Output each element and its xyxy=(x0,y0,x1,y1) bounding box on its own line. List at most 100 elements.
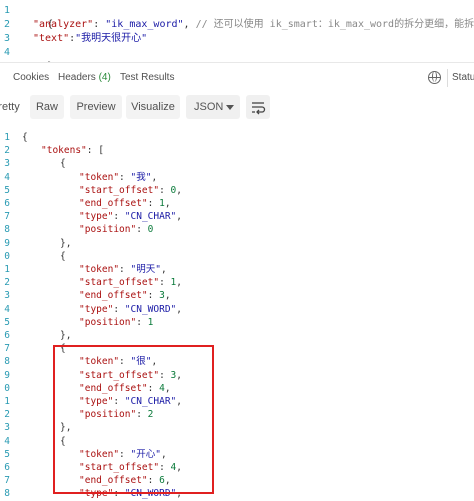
response-line-number: 5 xyxy=(4,316,10,328)
json-punctuation: : xyxy=(136,316,148,328)
response-code-line: "tokens": [ xyxy=(41,144,104,157)
response-line-number: 8 xyxy=(4,224,10,236)
tab-headers-label: Headers xyxy=(58,72,96,83)
format-select-value: JSON xyxy=(194,101,224,113)
json-key: "end_offset" xyxy=(79,198,148,209)
request-line-3: "text":"我明天很开心" xyxy=(33,33,148,44)
response-line-number: 2 xyxy=(4,145,10,157)
json-key: "end_offset" xyxy=(79,290,148,302)
response-line-number: 8 xyxy=(4,356,10,368)
json-punctuation: { xyxy=(22,132,28,143)
json-string: "我" xyxy=(130,171,152,183)
response-code-line: "start_offset": 0, xyxy=(79,184,182,197)
response-line-number: 3 xyxy=(4,290,10,302)
json-key: "token" xyxy=(79,171,120,183)
request-line-gutter: 1 2 3 4 xyxy=(0,0,21,62)
request-close-brace: } xyxy=(47,61,53,62)
response-line-number: 9 xyxy=(4,237,10,249)
json-punctuation: : xyxy=(147,198,160,209)
response-code-line: }, xyxy=(60,237,71,250)
response-code-line: { xyxy=(60,250,66,263)
json-punctuation: : xyxy=(119,171,131,183)
tab-test-results[interactable]: Test Results xyxy=(120,72,174,83)
json-punctuation: , xyxy=(164,290,171,302)
json-punctuation: , xyxy=(160,264,167,275)
response-line-number: 0 xyxy=(4,250,10,262)
visualize-button[interactable]: Visualize xyxy=(126,95,180,119)
tab-headers[interactable]: Headers (4) xyxy=(58,72,111,83)
json-punctuation: { xyxy=(60,250,66,262)
json-punctuation: : xyxy=(147,290,160,302)
response-code-line: "end_offset": 3, xyxy=(79,289,171,302)
request-line-4: } xyxy=(23,46,53,62)
json-punctuation: , xyxy=(176,211,182,223)
json-punctuation: : xyxy=(159,184,171,196)
json-number: 1 xyxy=(147,316,154,328)
json-punctuation: , xyxy=(176,303,182,315)
response-line-number: 6 xyxy=(4,198,10,209)
request-line-number: 3 xyxy=(3,33,10,44)
response-tabs: Cookies Headers (4) Test Results Status xyxy=(0,66,474,90)
json-key: "tokens" xyxy=(41,145,87,157)
request-line-number: 1 xyxy=(3,5,10,16)
response-line-number: 4 xyxy=(4,303,10,315)
raw-button[interactable]: Raw xyxy=(30,95,64,119)
request-line-number: 2 xyxy=(3,19,10,30)
analyzer-key: "analyzer" xyxy=(33,19,94,30)
json-key: "position" xyxy=(79,316,137,328)
json-string: "明天" xyxy=(130,264,161,275)
json-punctuation: : [ xyxy=(86,145,104,157)
json-punctuation: , xyxy=(151,171,158,183)
response-code-line: "position": 0 xyxy=(79,223,153,236)
response-code-line: }, xyxy=(60,329,71,342)
text-value: "我明天很开心" xyxy=(75,33,148,44)
json-punctuation: }, xyxy=(60,330,72,341)
response-toolbar: retty Raw Preview Visualize JSON xyxy=(0,95,474,123)
format-select[interactable]: JSON xyxy=(186,95,240,119)
json-number: 0 xyxy=(147,224,154,236)
json-key: "position" xyxy=(79,224,137,236)
response-line-number: 5 xyxy=(4,184,10,196)
response-line-number: 2 xyxy=(4,409,10,421)
response-line-number: 6 xyxy=(4,462,10,473)
json-key: "type" xyxy=(79,211,114,223)
tabs-divider xyxy=(447,69,448,87)
wrap-lines-button[interactable] xyxy=(246,95,270,119)
json-string: "CN_CHAR" xyxy=(124,211,177,223)
request-line-number: 4 xyxy=(3,47,10,58)
response-code-line: "position": 1 xyxy=(79,316,153,329)
analyzer-comment: // 还可以使用 ik_smart：ik_max_word的拆分更细，能拆除更多… xyxy=(195,19,474,30)
response-line-number: 6 xyxy=(4,330,10,341)
json-key: "start_offset" xyxy=(79,184,160,196)
tab-headers-count: (4) xyxy=(98,72,111,83)
response-line-number: 8 xyxy=(4,488,10,500)
json-string: "CN_WORD" xyxy=(124,303,177,315)
response-code-line: "type": "CN_CHAR", xyxy=(79,210,182,223)
text-key: "text" xyxy=(33,33,70,44)
request-body-editor[interactable]: 1 2 3 4 { "analyzer": "ik_max_word", // … xyxy=(0,0,474,63)
preview-button[interactable]: Preview xyxy=(70,95,122,119)
json-key: "token" xyxy=(79,264,120,275)
json-key: "start_offset" xyxy=(79,277,160,289)
pretty-button[interactable]: retty xyxy=(0,95,22,119)
json-punctuation: : xyxy=(159,277,171,289)
response-line-number: 1 xyxy=(4,132,10,143)
json-punctuation: : xyxy=(119,264,131,275)
tab-cookies[interactable]: Cookies xyxy=(13,72,49,83)
status-label: Status xyxy=(452,72,474,83)
json-punctuation: , xyxy=(176,277,182,289)
response-line-number: 7 xyxy=(4,343,10,355)
response-line-number: 2 xyxy=(4,277,10,289)
highlight-box xyxy=(53,345,214,494)
json-punctuation: { xyxy=(60,158,66,170)
response-code-line: "end_offset": 1, xyxy=(79,197,171,210)
response-line-number: 3 xyxy=(4,422,10,434)
analyzer-value: "ik_max_word" xyxy=(105,19,184,30)
response-line-number: 1 xyxy=(4,264,10,275)
response-line-number: 3 xyxy=(4,158,10,170)
response-line-number: 1 xyxy=(4,396,10,407)
response-line-number: 0 xyxy=(4,382,10,394)
json-punctuation: : xyxy=(136,224,148,236)
globe-icon[interactable] xyxy=(428,71,441,84)
json-punctuation: : xyxy=(113,211,125,223)
